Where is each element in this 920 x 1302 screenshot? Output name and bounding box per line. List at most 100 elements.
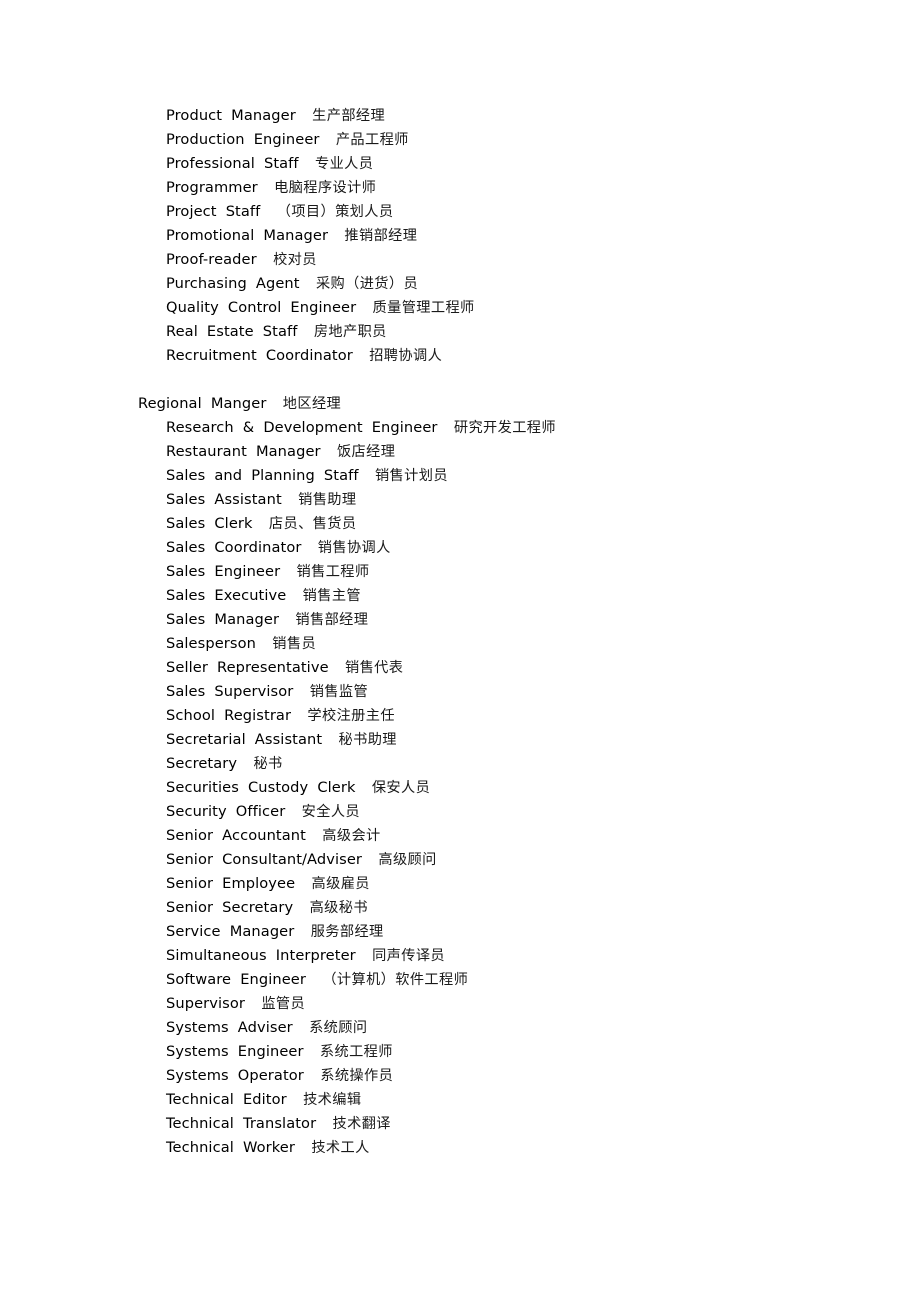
glossary-entry: Sales Executive 销售主管 (0, 584, 920, 608)
term-word: Manager (214, 611, 280, 628)
term-word: Securities (166, 779, 239, 796)
entry-term-zh: 系统顾问 (309, 1020, 368, 1036)
entry-term-en: Project Staff (166, 203, 260, 220)
entry-term-zh: 销售监管 (309, 684, 369, 700)
term-word: Accountant (222, 827, 306, 844)
glossary-entry: Purchasing Agent 采购（进货）员 (0, 272, 920, 296)
glossary-entry: Systems Engineer 系统工程师 (0, 1040, 920, 1064)
entry-term-en: Production Engineer (166, 131, 320, 148)
term-word: Senior (166, 875, 214, 892)
term-word: Sales (166, 491, 206, 508)
term-word: Staff (262, 323, 298, 340)
term-word: Systems (166, 1067, 229, 1084)
term-word: Technical (166, 1139, 234, 1156)
glossary-entry: Sales Engineer 销售工程师 (0, 560, 920, 584)
term-word: Simultaneous (166, 947, 267, 964)
entry-term-en: Technical Editor (166, 1091, 287, 1108)
entry-term-zh: 学校注册主任 (307, 708, 395, 724)
document-page: Product Manager 生产部经理 Production Engineer 产品工… (0, 0, 920, 1302)
term-word: Engineer (290, 299, 357, 316)
entry-term-zh: （项目）策划人员 (276, 204, 394, 220)
term-word: Production (166, 131, 245, 148)
term-word: Senior (166, 827, 214, 844)
glossary-entry: Supervisor 监管员 (0, 992, 920, 1016)
term-word: and (214, 467, 243, 484)
term-word: Restaurant (166, 443, 247, 460)
entry-term-zh: 饭店经理 (336, 444, 396, 460)
entry-term-en: School Registrar (166, 707, 291, 724)
term-word: Manger (210, 395, 267, 412)
entry-term-en: Security Officer (166, 803, 285, 820)
term-word: Engineer (253, 131, 320, 148)
glossary-entry: Technical Editor 技术编辑 (0, 1088, 920, 1112)
entry-term-zh: 校对员 (273, 252, 317, 268)
glossary-entry: Seller Representative 销售代表 (0, 656, 920, 680)
entry-term-en: Sales Engineer (166, 563, 280, 580)
glossary-entry: Sales Coordinator 销售协调人 (0, 536, 920, 560)
entry-term-en: Technical Translator (166, 1115, 316, 1132)
term-word: Sales (166, 611, 206, 628)
term-word: Technical (166, 1115, 234, 1132)
term-word: Security (166, 803, 227, 820)
glossary-entry: Technical Translator 技术翻译 (0, 1112, 920, 1136)
entry-term-zh: 同声传译员 (372, 948, 446, 964)
term-word: Editor (242, 1091, 287, 1108)
entry-term-en: Service Manager (166, 923, 294, 940)
entry-term-zh: 产品工程师 (335, 132, 409, 148)
glossary-entry: Secretary 秘书 (0, 752, 920, 776)
term-word: Representative (216, 659, 329, 676)
entry-term-zh: 销售员 (272, 636, 317, 652)
term-word: & (242, 419, 255, 436)
term-word: Senior (166, 899, 214, 916)
term-word: Seller (166, 659, 208, 676)
entry-term-en: Sales Assistant (166, 491, 282, 508)
term-word: Supervisor (166, 995, 245, 1012)
entry-term-zh: 专业人员 (315, 156, 374, 172)
term-word: Adviser (237, 1019, 293, 1036)
term-word: Secretary (222, 899, 294, 916)
term-word: Manager (231, 107, 296, 124)
glossary-entry: Security Officer 安全人员 (0, 800, 920, 824)
term-word: Agent (255, 275, 300, 292)
glossary-entry: Service Manager 服务部经理 (0, 920, 920, 944)
glossary-entry: Proof-reader 校对员 (0, 248, 920, 272)
entry-term-en: Programmer (166, 179, 258, 196)
entry-term-en: Sales Executive (166, 587, 286, 604)
term-word: Staff (225, 203, 261, 220)
glossary-entry: Production Engineer 产品工程师 (0, 128, 920, 152)
term-word: Professional (166, 155, 255, 172)
term-word: Development (263, 419, 363, 436)
entry-term-en: Securities Custody Clerk (166, 779, 356, 796)
term-word: Promotional (166, 227, 255, 244)
glossary-entry: Sales and Planning Staff 销售计划员 (0, 464, 920, 488)
entry-term-en: Seller Representative (166, 659, 329, 676)
entry-term-en: Promotional Manager (166, 227, 328, 244)
term-word: Engineer (214, 563, 281, 580)
entry-term-en: Quality Control Engineer (166, 299, 356, 316)
entry-term-en: Software Engineer (166, 971, 306, 988)
term-word: Quality (166, 299, 219, 316)
term-word: Planning (251, 467, 315, 484)
entry-term-en: Restaurant Manager (166, 443, 321, 460)
glossary-entry: Regional Manger 地区经理 (0, 392, 920, 416)
term-word: Interpreter (275, 947, 356, 964)
term-word: Translator (242, 1115, 317, 1132)
glossary-entry: Research & Development Engineer 研究开发工程师 (0, 416, 920, 440)
entry-term-zh: 秘书助理 (338, 732, 397, 748)
entry-term-en: Systems Operator (166, 1067, 304, 1084)
entry-term-en: Professional Staff (166, 155, 299, 172)
term-word: Sales (166, 587, 206, 604)
entry-term-en: Salesperson (166, 635, 256, 652)
term-word: Sales (166, 467, 206, 484)
glossary-entry: Securities Custody Clerk 保安人员 (0, 776, 920, 800)
term-word: Manager (263, 227, 329, 244)
entry-term-en: Real Estate Staff (166, 323, 297, 340)
entry-term-en: Secretary (166, 755, 237, 772)
entry-term-zh: 电脑程序设计师 (274, 180, 377, 196)
term-word: Officer (235, 803, 286, 820)
term-word: School (166, 707, 216, 724)
term-word: Assistant (214, 491, 282, 508)
glossary-entry: School Registrar 学校注册主任 (0, 704, 920, 728)
entry-term-zh: 系统操作员 (320, 1068, 394, 1084)
